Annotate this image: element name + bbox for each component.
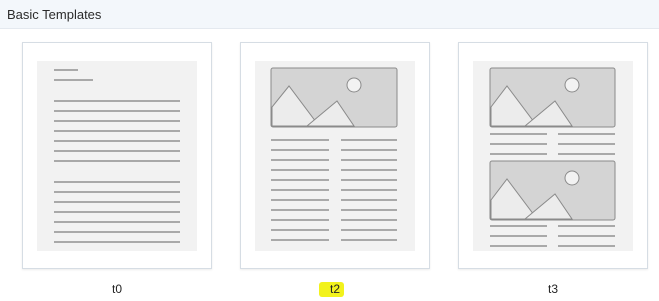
template-label-t2[interactable]: t2 — [240, 282, 430, 296]
template-card-t0[interactable] — [22, 42, 212, 269]
two-images-two-column-text-icon — [473, 61, 633, 251]
section-title: Basic Templates — [7, 7, 102, 22]
section-header: Basic Templates — [0, 0, 659, 29]
template-card-t3[interactable] — [458, 42, 648, 269]
template-card-t2[interactable] — [240, 42, 430, 269]
text-document-icon — [37, 61, 197, 251]
image-two-column-text-icon — [255, 61, 415, 251]
template-label-t3[interactable]: t3 — [458, 282, 648, 296]
template-label-t0[interactable]: t0 — [22, 282, 212, 296]
